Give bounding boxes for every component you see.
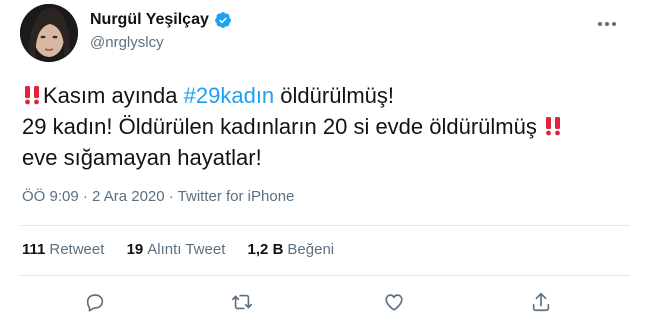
- avatar[interactable]: [20, 4, 78, 62]
- quote-count: 19: [126, 241, 144, 258]
- tweet-text-part: 29 kadın! Öldürülen kadınların 20 si evd…: [22, 114, 543, 139]
- user-info: Nurgül Yeşilçay @nrglyslcy: [90, 8, 232, 51]
- meta-separator: ·: [78, 188, 93, 205]
- tweet-text-part: Kasım ayında: [43, 83, 184, 108]
- retweet-count: 111: [22, 241, 46, 258]
- avatar-image: [20, 4, 78, 62]
- tweet-line-3: eve sığamayan hayatlar!: [22, 145, 262, 170]
- tweet-card: Nurgül Yeşilçay @nrglyslcy Kasım ayında …: [0, 0, 652, 332]
- tweet-date[interactable]: 2 Ara 2020: [92, 188, 165, 205]
- more-icon[interactable]: [592, 14, 622, 34]
- user-handle[interactable]: @nrglyslcy: [90, 34, 232, 51]
- like-count: 1,2 B: [247, 241, 284, 258]
- verified-badge-icon: [214, 11, 232, 29]
- tweet-line-1: Kasım ayında #29kadın öldürülmüş!: [22, 80, 632, 111]
- meta-separator: ·: [164, 188, 178, 205]
- tweet-time[interactable]: ÖÖ 9:09: [22, 188, 79, 205]
- share-icon[interactable]: [529, 290, 553, 314]
- tweet-meta: ÖÖ 9:09 · 2 Ara 2020 · Twitter for iPhon…: [22, 188, 294, 205]
- like-stat[interactable]: 1,2 B Beğeni: [248, 241, 335, 258]
- tweet-line-2: 29 kadın! Öldürülen kadınların 20 si evd…: [22, 111, 632, 142]
- divider: [20, 275, 630, 276]
- double-exclamation-icon: [22, 82, 43, 105]
- tweet-text-part: öldürülmüş!: [274, 83, 395, 108]
- tweet-source[interactable]: Twitter for iPhone: [178, 188, 295, 205]
- double-exclamation-icon: [543, 113, 564, 136]
- like-label: Beğeni: [287, 241, 335, 258]
- hashtag-link[interactable]: #29kadın: [184, 83, 275, 108]
- heart-icon[interactable]: [382, 290, 406, 314]
- reply-icon[interactable]: [83, 290, 107, 314]
- action-bar: [0, 290, 652, 314]
- retweet-icon[interactable]: [230, 290, 254, 314]
- quote-stat[interactable]: 19 Alıntı Tweet: [127, 241, 226, 258]
- quote-label: Alıntı Tweet: [147, 241, 226, 258]
- tweet-text: Kasım ayında #29kadın öldürülmüş! 29 kad…: [22, 80, 632, 173]
- retweet-label: Retweet: [49, 241, 105, 258]
- tweet-stats: 111 Retweet 19 Alıntı Tweet 1,2 B Beğeni: [22, 241, 352, 258]
- retweet-stat[interactable]: 111 Retweet: [22, 241, 104, 258]
- display-name[interactable]: Nurgül Yeşilçay: [90, 11, 209, 29]
- divider: [20, 225, 630, 226]
